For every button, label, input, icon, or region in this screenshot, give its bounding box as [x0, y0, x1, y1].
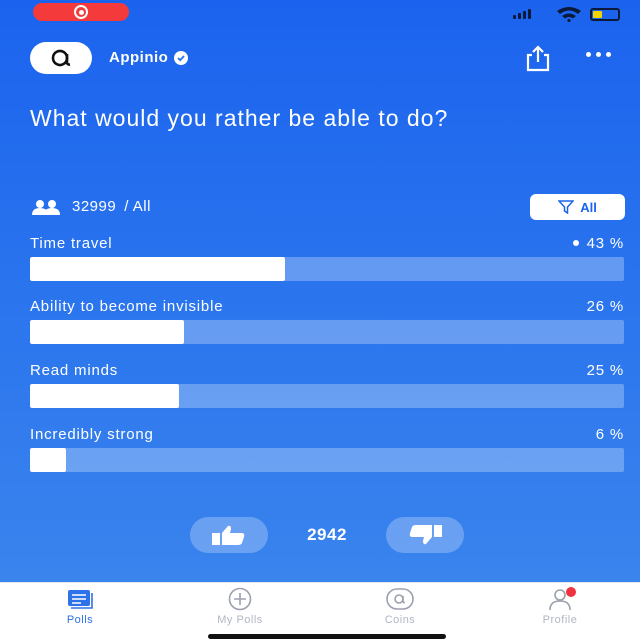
verified-check-icon: [174, 50, 189, 65]
tab-label: Polls: [66, 614, 94, 626]
brand-name[interactable]: Appinio: [109, 49, 189, 66]
option-bar-fill: [30, 320, 185, 344]
brand-avatar[interactable]: [30, 42, 92, 74]
poll-option[interactable]: Incredibly strong 6 %: [30, 424, 624, 472]
thumbs-down-icon: [409, 525, 442, 545]
brand-name-text: Appinio: [109, 49, 169, 66]
filter-button[interactable]: All: [530, 194, 625, 220]
record-icon: [74, 5, 88, 19]
option-percent: 6 %: [595, 425, 624, 443]
audience-label: / All: [124, 198, 151, 215]
tab-polls[interactable]: Polls: [0, 583, 160, 640]
option-percent: 26 %: [586, 297, 624, 315]
screen-recording-indicator[interactable]: [33, 3, 129, 21]
vote-count: 2942: [307, 525, 347, 544]
more-dots-icon[interactable]: [586, 52, 611, 57]
tab-label: Profile: [542, 614, 578, 626]
participant-info: 32999 / All: [30, 198, 151, 215]
poll-question: What would you rather be able to do?: [30, 105, 449, 131]
option-percent: 25 %: [586, 361, 624, 379]
bottom-tab-bar: Polls My Polls Coins Profile: [0, 582, 640, 640]
tab-label: My Polls: [217, 614, 263, 626]
battery-icon: [590, 8, 620, 21]
share-icon[interactable]: [522, 44, 554, 72]
poll-option[interactable]: Read minds 25 %: [30, 360, 624, 408]
tab-profile[interactable]: Profile: [480, 583, 640, 640]
poll-option[interactable]: Ability to become invisible 26 %: [30, 296, 624, 344]
option-label: Ability to become invisible: [30, 297, 224, 315]
thumbs-up-icon: [212, 525, 245, 545]
option-label: Time travel: [30, 234, 113, 252]
tab-my-polls[interactable]: My Polls: [160, 583, 320, 640]
selected-dot-icon: [572, 240, 579, 246]
poll-option[interactable]: Time travel 43 %: [30, 233, 624, 281]
polls-icon: [66, 587, 94, 611]
option-bar-fill: [30, 448, 66, 472]
option-percent: 43 %: [586, 234, 624, 252]
filter-label: All: [580, 199, 597, 215]
coin-icon: [386, 587, 414, 611]
home-indicator: [208, 634, 446, 639]
option-bar: [30, 320, 624, 344]
vote-controls: 2942: [190, 517, 464, 553]
option-bar: [30, 257, 624, 281]
wifi-icon: [557, 7, 581, 22]
dislike-button[interactable]: [385, 517, 464, 553]
tab-coins[interactable]: Coins: [320, 583, 480, 640]
filter-icon: [558, 200, 575, 214]
status-bar: [0, 0, 640, 26]
option-bar-fill: [30, 384, 179, 408]
participants-icon: [32, 199, 60, 215]
poll-screen: Appinio What would you rather be able to…: [0, 0, 640, 582]
participant-count: 32999: [72, 198, 117, 215]
option-bar: [30, 448, 624, 472]
notification-badge: [566, 587, 576, 597]
option-label: Read minds: [30, 361, 119, 379]
option-bar-fill: [30, 257, 286, 281]
tab-label: Coins: [384, 614, 416, 626]
appinio-logo-icon: [51, 49, 71, 67]
like-button[interactable]: [190, 517, 268, 553]
plus-circle-icon: [226, 587, 254, 611]
option-label: Incredibly strong: [30, 425, 154, 443]
option-bar: [30, 384, 624, 408]
signal-icon: [513, 9, 531, 19]
profile-icon: [546, 587, 576, 611]
